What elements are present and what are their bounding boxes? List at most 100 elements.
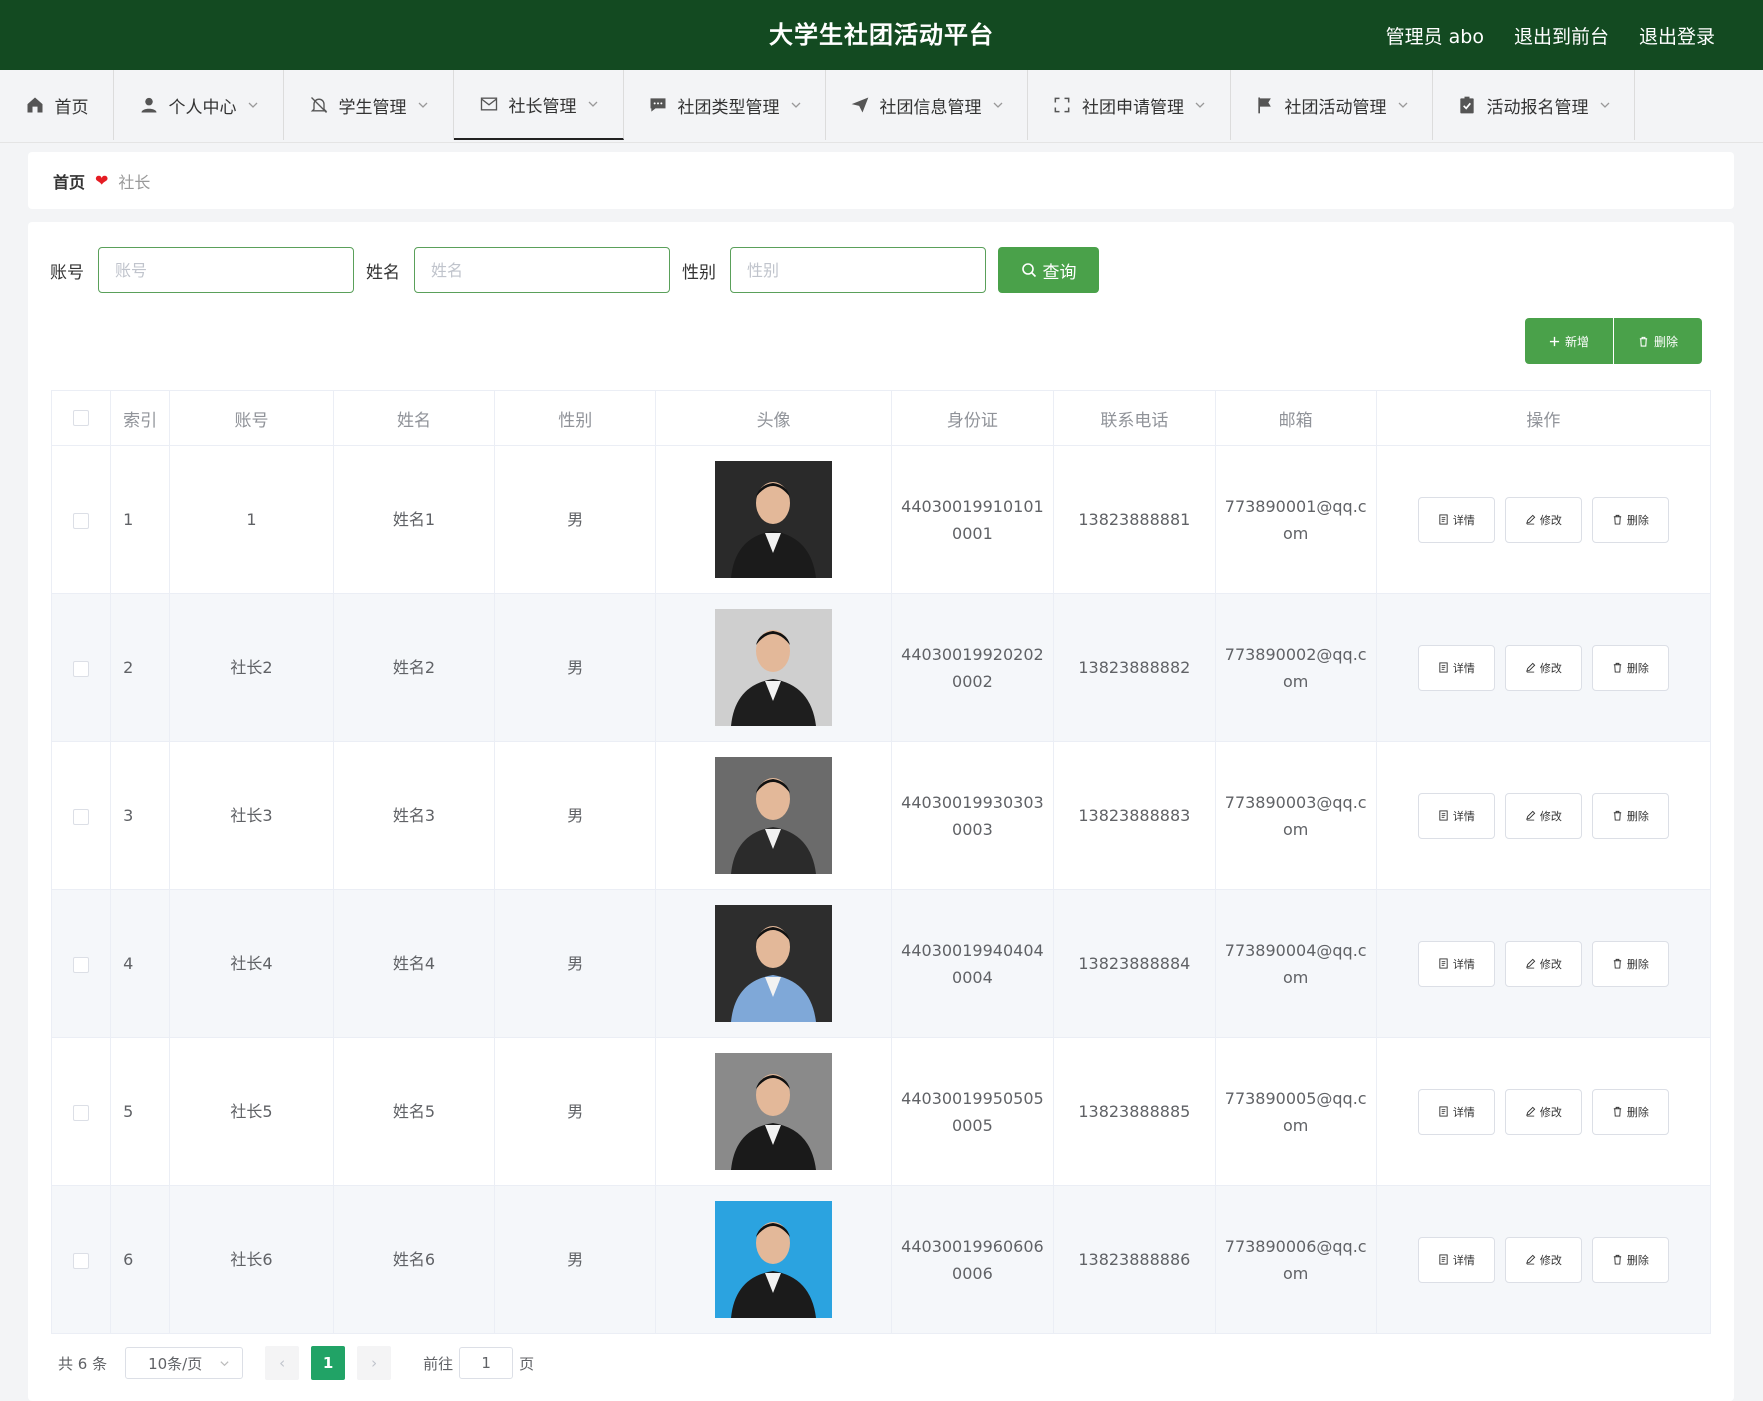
breadcrumb-home[interactable]: 首页 bbox=[53, 169, 85, 193]
cell-email: 773890004@qq.com bbox=[1214, 889, 1377, 1038]
row-actions: 详情 修改 删除 bbox=[1385, 644, 1702, 691]
delete-button[interactable]: 删除 bbox=[1591, 496, 1669, 543]
prev-page-button[interactable]: ‹ bbox=[265, 1346, 300, 1380]
edit-button-label: 修改 bbox=[1539, 1105, 1562, 1119]
next-page-button[interactable]: › bbox=[357, 1346, 392, 1380]
row-checkbox[interactable] bbox=[73, 1104, 90, 1121]
cell-phone: 13823888883 bbox=[1053, 741, 1216, 890]
avatar bbox=[715, 1053, 833, 1170]
chevron-down-icon bbox=[588, 101, 597, 107]
table-row: 5 社长5 姓名5 男 440300199505050005 13823888885 773… bbox=[50, 1037, 1712, 1186]
bulk-delete-button[interactable]: 删除 bbox=[1614, 318, 1702, 364]
nav-label: 社团申请管理 bbox=[1082, 97, 1184, 118]
exit-to-front-link[interactable]: 退出到前台 bbox=[1514, 22, 1609, 49]
row-checkbox[interactable] bbox=[73, 660, 90, 677]
column-header: 联系电话 bbox=[1053, 390, 1216, 446]
edit-button[interactable]: 修改 bbox=[1504, 1236, 1582, 1283]
query-button[interactable]: 查询 bbox=[998, 247, 1099, 293]
cell-gender: 男 bbox=[494, 741, 657, 890]
detail-button[interactable]: 详情 bbox=[1417, 940, 1495, 987]
detail-button[interactable]: 详情 bbox=[1417, 644, 1495, 691]
document-icon bbox=[1439, 1106, 1448, 1117]
trash-icon bbox=[1613, 958, 1622, 969]
row-checkbox[interactable] bbox=[73, 956, 90, 973]
cell-gender: 男 bbox=[494, 445, 657, 594]
flag-icon bbox=[1257, 97, 1271, 114]
column-header: 邮箱 bbox=[1214, 390, 1377, 446]
edit-button[interactable]: 修改 bbox=[1504, 940, 1582, 987]
detail-button[interactable]: 详情 bbox=[1417, 1236, 1495, 1283]
page-number-current[interactable]: 1 bbox=[311, 1346, 346, 1380]
column-header: 头像 bbox=[655, 390, 892, 446]
gender-input[interactable] bbox=[730, 247, 986, 293]
edit-button-label: 修改 bbox=[1539, 661, 1562, 675]
add-button[interactable]: 新增 bbox=[1525, 318, 1613, 364]
cell-gender: 男 bbox=[494, 1185, 657, 1334]
cell-index: 3 bbox=[110, 741, 171, 890]
select-all-checkbox[interactable] bbox=[73, 410, 90, 426]
cell-gender: 男 bbox=[494, 889, 657, 1038]
cell-phone: 13823888884 bbox=[1053, 889, 1216, 1038]
cell-name: 姓名6 bbox=[332, 1185, 496, 1334]
bulk-actions: 新增 删除 bbox=[1525, 318, 1702, 364]
nav-item-activity-signup-management[interactable]: 活动报名管理 bbox=[1433, 70, 1635, 140]
cell-id-card: 440300199404040004 bbox=[890, 889, 1055, 1038]
nav-label: 社团信息管理 bbox=[879, 97, 982, 118]
detail-button[interactable]: 详情 bbox=[1417, 496, 1495, 543]
trash-icon bbox=[1613, 662, 1622, 673]
account-input[interactable] bbox=[98, 247, 354, 293]
nav-item-club-activity-management[interactable]: 社团活动管理 bbox=[1231, 70, 1433, 140]
table-row: 4 社长4 姓名4 男 440300199404040004 13823888884 773… bbox=[50, 889, 1712, 1038]
nav-item-club-info-management[interactable]: 社团信息管理 bbox=[826, 70, 1028, 140]
nav-item-club-application-management[interactable]: 社团申请管理 bbox=[1028, 70, 1231, 140]
breadcrumb-current: 社长 bbox=[118, 172, 151, 192]
detail-button[interactable]: 详情 bbox=[1417, 792, 1495, 839]
paper-plane-icon bbox=[851, 97, 868, 113]
cell-operations: 详情 修改 删除 bbox=[1375, 1037, 1712, 1186]
row-checkbox[interactable] bbox=[73, 1252, 90, 1269]
chat-bubble-icon bbox=[650, 98, 665, 112]
edit-button-label: 修改 bbox=[1539, 513, 1562, 527]
cell-account: 社长6 bbox=[169, 1185, 334, 1334]
cell-index: 2 bbox=[110, 593, 171, 742]
row-checkbox[interactable] bbox=[73, 808, 90, 825]
delete-button[interactable]: 删除 bbox=[1591, 1088, 1669, 1135]
edit-button[interactable]: 修改 bbox=[1504, 644, 1582, 691]
nav-label: 学生管理 bbox=[338, 97, 407, 118]
nav-item-home[interactable]: 首页 bbox=[0, 70, 114, 140]
cell-phone: 13823888882 bbox=[1053, 593, 1216, 742]
avatar bbox=[715, 757, 833, 874]
nav-item-club-type-management[interactable]: 社团类型管理 bbox=[624, 70, 826, 140]
nav-item-personal-center[interactable]: 个人中心 bbox=[114, 70, 284, 140]
total-count: 共 6 条 bbox=[58, 1354, 108, 1373]
delete-button[interactable]: 删除 bbox=[1591, 1236, 1669, 1283]
document-icon bbox=[1439, 1254, 1448, 1265]
delete-button-label: 删除 bbox=[1626, 661, 1649, 675]
edit-button[interactable]: 修改 bbox=[1504, 496, 1582, 543]
cell-avatar bbox=[655, 445, 892, 594]
detail-button-label: 详情 bbox=[1452, 809, 1475, 823]
column-header: 索引 bbox=[110, 390, 171, 446]
pencil-icon bbox=[1526, 662, 1536, 673]
nav-item-student-management[interactable]: 学生管理 bbox=[284, 70, 454, 140]
detail-button[interactable]: 详情 bbox=[1417, 1088, 1495, 1135]
nav-label: 个人中心 bbox=[168, 97, 237, 118]
page-size-select[interactable]: 10条/页 bbox=[125, 1347, 244, 1379]
delete-button[interactable]: 删除 bbox=[1591, 792, 1669, 839]
delete-button-label: 删除 bbox=[1626, 1105, 1649, 1119]
delete-button[interactable]: 删除 bbox=[1591, 644, 1669, 691]
detail-button-label: 详情 bbox=[1452, 957, 1475, 971]
name-input[interactable] bbox=[414, 247, 670, 293]
edit-button[interactable]: 修改 bbox=[1504, 1088, 1582, 1135]
nav-item-president-management[interactable]: 社长管理 bbox=[454, 70, 624, 140]
edit-button[interactable]: 修改 bbox=[1504, 792, 1582, 839]
admin-label[interactable]: 管理员 abo bbox=[1386, 22, 1484, 49]
trash-icon bbox=[1613, 1106, 1622, 1117]
cell-index: 6 bbox=[110, 1185, 171, 1334]
row-actions: 详情 修改 删除 bbox=[1385, 1088, 1702, 1135]
delete-button[interactable]: 删除 bbox=[1591, 940, 1669, 987]
bell-off-icon bbox=[310, 97, 327, 113]
row-checkbox[interactable] bbox=[73, 512, 90, 529]
goto-page-input[interactable] bbox=[459, 1347, 514, 1379]
logout-link[interactable]: 退出登录 bbox=[1639, 22, 1715, 49]
